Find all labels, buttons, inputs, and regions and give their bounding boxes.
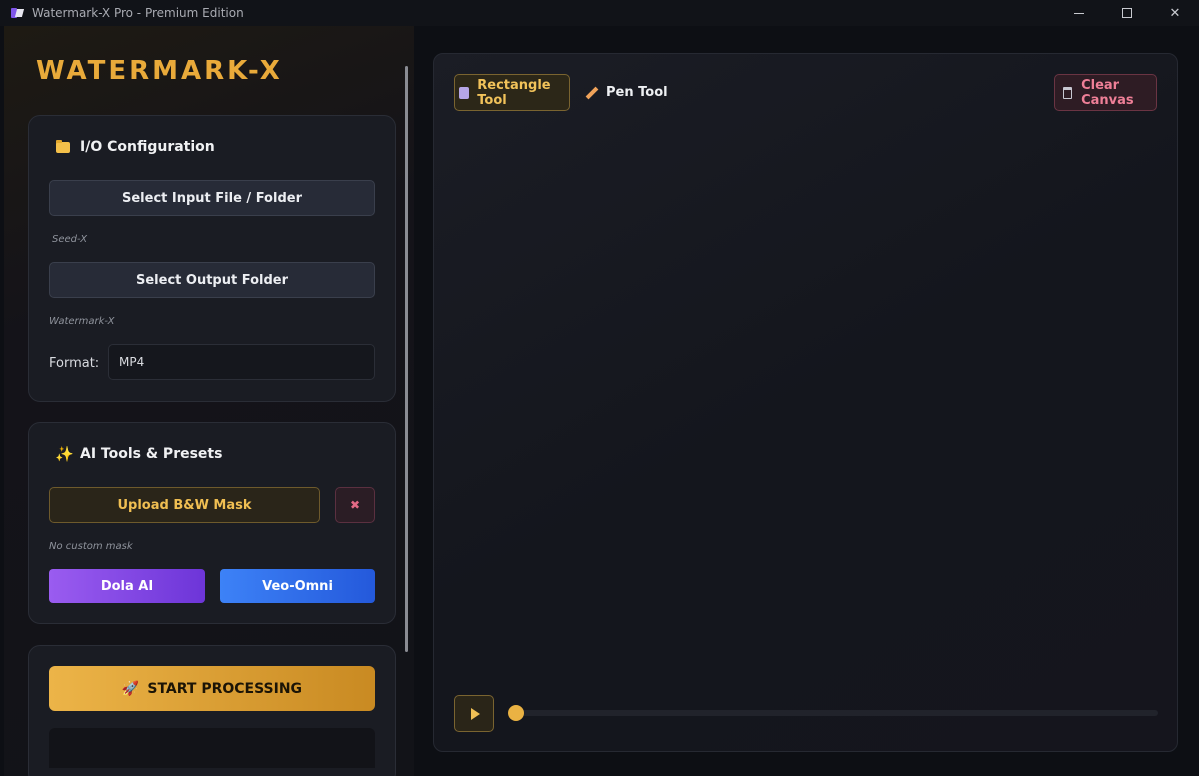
rectangle-icon [459,86,470,99]
upload-mask-button[interactable]: Upload B&W Mask [49,487,320,523]
format-label: Format: [49,356,100,371]
mask-status-label: No custom mask [49,541,133,552]
window-controls: ✕ [1055,0,1199,26]
minimize-button[interactable] [1055,0,1103,26]
minimize-icon [1074,12,1084,14]
format-select[interactable]: MP4 [108,344,375,380]
timeline-slider[interactable] [514,710,1158,716]
process-panel: 🚀 START PROCESSING [28,645,396,776]
pencil-icon [586,87,598,99]
io-config-panel: I/O Configuration Select Input File / Fo… [28,115,396,402]
start-processing-label: START PROCESSING [147,680,303,697]
ai-tools-title: ✨ AI Tools & Presets [55,446,222,462]
sparkle-icon: ✨ [55,445,74,463]
io-config-title: I/O Configuration [55,139,215,155]
clear-mask-button[interactable]: ✖ [335,487,375,523]
clear-canvas-button[interactable]: Clear Canvas [1054,74,1157,111]
rectangle-tool-label: Rectangle Tool [477,77,551,108]
title-bar: Watermark-X Pro - Premium Edition ✕ [0,0,1199,26]
window-title: Watermark-X Pro - Premium Edition [32,6,244,20]
rocket-icon: 🚀 [121,680,140,697]
sidebar: WATERMARK-X I/O Configuration Select Inp… [4,26,414,776]
close-button[interactable]: ✕ [1151,0,1199,26]
clear-canvas-label: Clear Canvas [1081,77,1134,108]
maximize-icon [1122,8,1132,18]
canvas-panel[interactable]: Rectangle Tool Pen Tool Clear Canvas [433,53,1178,752]
input-path-label: Seed-X [52,234,88,245]
timeline-handle[interactable] [508,705,524,721]
ai-tools-panel: ✨ AI Tools & Presets Upload B&W Mask ✖ N… [28,422,396,624]
output-path-label: Watermark-X [49,316,115,327]
ai-tools-title-text: AI Tools & Presets [80,446,223,462]
play-icon [470,707,480,720]
sidebar-scrollbar[interactable] [405,66,408,652]
select-input-button[interactable]: Select Input File / Folder [49,180,375,216]
rectangle-tool-button[interactable]: Rectangle Tool [454,74,570,111]
pen-tool-button[interactable]: Pen Tool [586,74,676,111]
dola-ai-button[interactable]: Dola AI [49,569,205,603]
trash-icon [1063,86,1073,99]
log-output [49,728,375,768]
veo-omni-button[interactable]: Veo-Omni [220,569,375,603]
play-button[interactable] [454,695,494,732]
select-output-button[interactable]: Select Output Folder [49,262,375,298]
close-icon: ✕ [1169,5,1181,21]
brand-title: WATERMARK-X [36,56,283,86]
maximize-button[interactable] [1103,0,1151,26]
start-processing-button[interactable]: 🚀 START PROCESSING [49,666,375,711]
folder-icon [55,139,71,155]
app-logo-icon [10,6,24,20]
pen-tool-label: Pen Tool [606,85,668,100]
io-config-title-text: I/O Configuration [80,139,215,155]
